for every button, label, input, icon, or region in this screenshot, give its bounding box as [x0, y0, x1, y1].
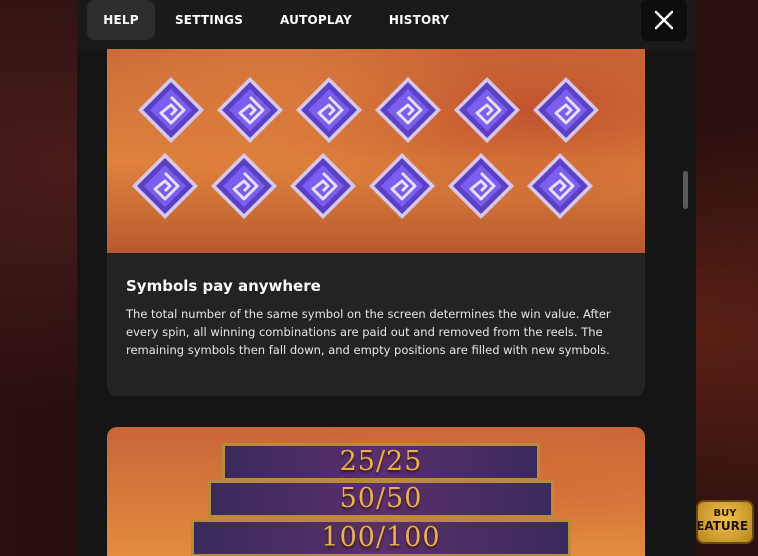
gem-symbol-icon — [132, 153, 198, 219]
gem-symbol-icon — [375, 77, 441, 143]
gem-symbol-icon — [533, 77, 599, 143]
tab-autoplay[interactable]: AUTOPLAY — [273, 0, 359, 40]
card-title: Symbols pay anywhere — [126, 277, 321, 295]
close-icon — [654, 10, 674, 30]
symbols-illustration — [107, 49, 645, 253]
card-description: The total number of the same symbol on t… — [126, 307, 611, 357]
symbols-pay-card: Symbols pay anywhere The total number of… — [107, 49, 645, 396]
gem-symbol-icon — [138, 77, 204, 143]
tier-label-100: 100/100 — [191, 519, 571, 556]
gem-symbol-icon — [290, 153, 356, 219]
multiplier-tiers-card: 25/25 50/50 100/100 — [107, 427, 645, 556]
gem-symbol-icon — [527, 153, 593, 219]
gem-symbol-icon — [369, 153, 435, 219]
close-button[interactable] — [641, 0, 687, 41]
tab-bar: HELP SETTINGS AUTOPLAY HISTORY — [77, 0, 696, 49]
tier-label-25: 25/25 — [222, 443, 540, 481]
buy-feature-button[interactable]: BUY FEATURE — [696, 500, 754, 544]
tier-label-50: 50/50 — [208, 480, 554, 518]
tab-help[interactable]: HELP — [87, 0, 155, 40]
gem-symbol-icon — [217, 77, 283, 143]
tab-history[interactable]: HISTORY — [384, 0, 454, 40]
feature-label: FEATURE — [696, 519, 749, 533]
gem-symbol-icon — [211, 153, 277, 219]
gem-symbol-icon — [448, 153, 514, 219]
gem-symbol-icon — [296, 77, 362, 143]
scrollbar-thumb[interactable] — [683, 171, 688, 209]
buy-label: BUY — [713, 508, 737, 519]
gem-symbol-icon — [454, 77, 520, 143]
tab-settings[interactable]: SETTINGS — [169, 0, 249, 40]
